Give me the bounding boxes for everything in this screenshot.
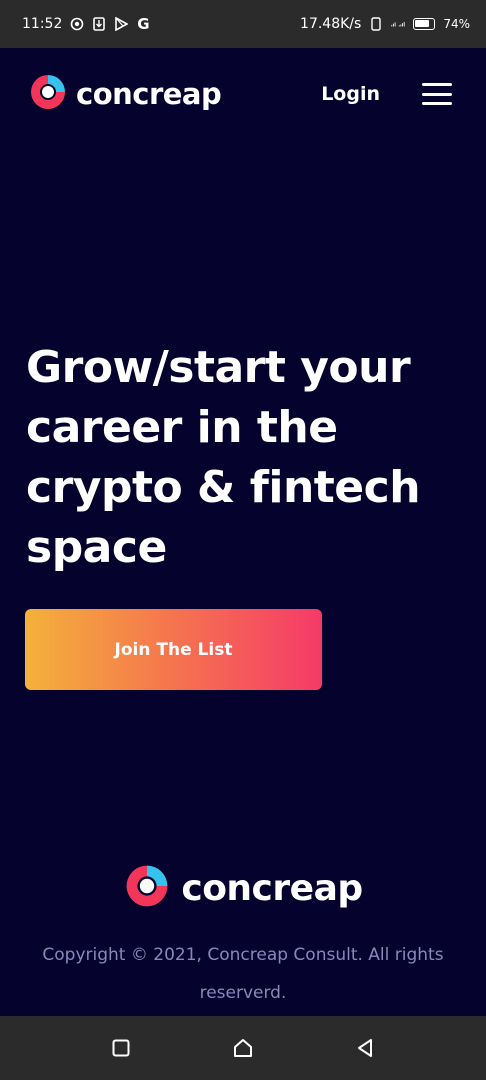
hamburger-menu-icon[interactable] [422,83,452,105]
menu-line [422,102,452,105]
nav-right: Login [321,83,452,105]
hero-title: Grow/start your career in the crypto & f… [26,342,421,573]
brand-name: concreap [76,77,222,111]
phone-icon [369,17,383,31]
concreap-logo-icon [123,862,171,914]
login-link[interactable]: Login [321,83,380,105]
battery-level: 74% [443,17,470,31]
status-right: 17.48K/s 74% [300,16,470,32]
download-icon [92,17,106,31]
status-time: 11:52 [22,16,63,32]
hero-section: Grow/start your career in the crypto & f… [26,338,466,578]
battery-icon [413,18,436,30]
home-icon[interactable] [228,1033,258,1063]
join-the-list-button[interactable]: Join The List [25,609,322,690]
system-navigation-bar [0,1016,486,1080]
google-icon: G [137,15,150,33]
back-triangle-icon[interactable] [350,1033,380,1063]
record-icon [70,17,84,31]
copyright-text: Copyright © 2021, Concreap Consult. All … [42,945,444,1003]
signal-icon [391,17,405,31]
play-store-icon [114,17,128,31]
footer-logo[interactable]: concreap [0,862,486,914]
net-speed: 17.48K/s [300,16,362,32]
status-left: 11:52 G [22,15,150,33]
footer-brand-name: concreap [181,867,363,909]
concreap-logo-icon [28,72,68,116]
menu-line [422,92,452,96]
status-bar: 11:52 G 17.48K/s 74% [0,0,486,48]
recent-apps-square-icon[interactable] [106,1033,136,1063]
navbar: concreap Login [0,48,486,140]
brand-logo[interactable]: concreap [28,72,222,116]
menu-line [422,83,452,86]
